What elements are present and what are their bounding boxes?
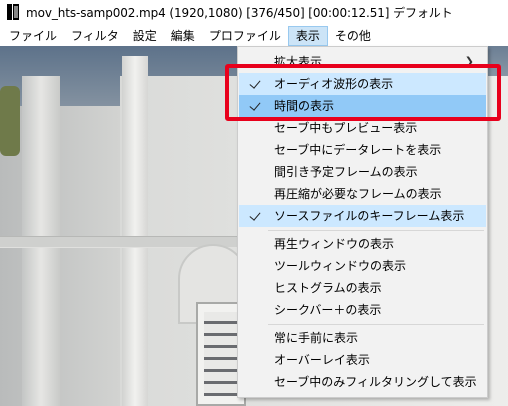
menu-separator: [268, 230, 484, 231]
app-icon: [7, 4, 19, 20]
menu-item-label: 再圧縮が必要なフレームの表示: [274, 187, 442, 201]
menu-edit[interactable]: 編集: [164, 26, 202, 46]
menu-item-playback-window[interactable]: 再生ウィンドウの表示: [239, 233, 486, 255]
menu-item-label: オーバーレイ表示: [274, 353, 370, 367]
menu-view[interactable]: 表示: [287, 26, 328, 46]
menu-item-label: ソースファイルのキーフレーム表示: [274, 209, 465, 223]
menu-item-label: セーブ中にデータレートを表示: [274, 143, 442, 157]
menu-item-label: 再生ウィンドウの表示: [274, 237, 395, 251]
menu-item-overlay[interactable]: オーバーレイ表示: [239, 349, 486, 371]
window-title: mov_hts-samp002.mp4 (1920,1080) [376/450…: [26, 5, 453, 20]
menu-file[interactable]: ファイル: [2, 26, 64, 46]
annotation-highlight-box: [225, 64, 501, 121]
menu-item-label: 常に手前に表示: [274, 331, 359, 345]
check-icon: [249, 205, 263, 227]
menu-separator: [268, 324, 484, 325]
menu-item-source-keyframes[interactable]: ソースファイルのキーフレーム表示: [239, 205, 486, 227]
video-pillar-2: [122, 56, 148, 406]
menu-item-decimate-frames[interactable]: 間引き予定フレームの表示: [239, 161, 486, 183]
menu-filter[interactable]: フィルタ: [64, 26, 126, 46]
menu-item-filter-only-during-save[interactable]: セーブ中のみフィルタリングして表示: [239, 371, 486, 393]
menu-item-label: シークバー＋の表示: [274, 303, 382, 317]
video-bush: [0, 86, 20, 156]
menu-item-recompress-frames[interactable]: 再圧縮が必要なフレームの表示: [239, 183, 486, 205]
menu-item-label: 間引き予定フレームの表示: [274, 165, 418, 179]
title-bar: mov_hts-samp002.mp4 (1920,1080) [376/450…: [0, 0, 508, 24]
menu-settings[interactable]: 設定: [126, 26, 164, 46]
menubar: ファイル フィルタ 設定 編集 プロファイル 表示 その他: [0, 26, 508, 46]
menu-item-datarate-during-save[interactable]: セーブ中にデータレートを表示: [239, 139, 486, 161]
menu-item-histogram[interactable]: ヒストグラムの表示: [239, 277, 486, 299]
menu-other[interactable]: その他: [328, 26, 378, 46]
menu-item-label: セーブ中のみフィルタリングして表示: [274, 375, 477, 389]
menu-item-always-on-top[interactable]: 常に手前に表示: [239, 327, 486, 349]
menu-item-label: ヒストグラムの表示: [274, 281, 382, 295]
menu-profile[interactable]: プロファイル: [202, 26, 288, 46]
menu-item-tool-window[interactable]: ツールウィンドウの表示: [239, 255, 486, 277]
menu-item-label: ツールウィンドウの表示: [274, 259, 407, 273]
menu-item-seekbar-plus[interactable]: シークバー＋の表示: [239, 299, 486, 321]
